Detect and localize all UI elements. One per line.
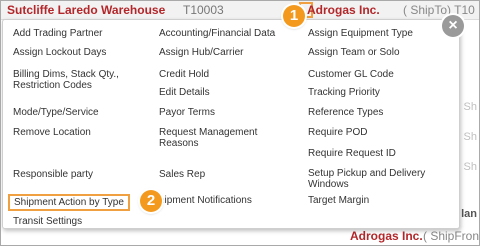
- menu-item-sales-rep[interactable]: Sales Rep: [159, 169, 304, 180]
- menu-item-target-margin[interactable]: Target Margin: [308, 195, 453, 206]
- warehouse-code: T10003: [183, 3, 224, 17]
- warehouse-name[interactable]: Sutcliffe Laredo Warehouse: [7, 3, 165, 17]
- menu-item-setup-pickup-delivery-windows[interactable]: Setup Pickup and Delivery Windows: [308, 168, 450, 190]
- menu-item-assign-lockout-days[interactable]: Assign Lockout Days: [13, 47, 158, 58]
- background-fragment: Sh: [463, 161, 477, 173]
- partner-role-secondary: ( ShipFron: [423, 229, 480, 243]
- menu-item-tracking-priority[interactable]: Tracking Priority: [308, 87, 453, 98]
- menu-item-billing-dims[interactable]: Billing Dims, Stack Qty., Restriction Co…: [13, 69, 143, 91]
- actions-menu: Add Trading Partner Assign Lockout Days …: [2, 19, 460, 229]
- menu-item-customer-gl-code[interactable]: Customer GL Code: [308, 69, 453, 80]
- menu-item-add-trading-partner[interactable]: Add Trading Partner: [13, 28, 158, 39]
- menu-item-assign-hub-carrier[interactable]: Assign Hub/Carrier: [159, 47, 304, 58]
- menu-item-remove-location[interactable]: Remove Location: [13, 127, 158, 138]
- menu-item-edit-details[interactable]: Edit Details: [159, 87, 304, 98]
- background-fragment: Sh: [463, 101, 477, 113]
- menu-item-accounting-financial-data[interactable]: Accounting/Financial Data: [159, 28, 304, 39]
- partner-name-secondary[interactable]: Adrogas Inc.: [350, 229, 423, 243]
- background-fragment: lan: [461, 208, 477, 220]
- partner-name[interactable]: Adrogas Inc.: [307, 3, 380, 17]
- menu-item-shipment-action-by-type[interactable]: Shipment Action by Type: [8, 194, 130, 211]
- partner-role: ( ShipTo) T10: [403, 3, 475, 17]
- menu-item-credit-hold[interactable]: Credit Hold: [159, 69, 304, 80]
- menu-item-request-management-reasons[interactable]: Request Management Reasons: [159, 127, 279, 149]
- menu-item-transit-settings[interactable]: Transit Settings: [13, 216, 158, 227]
- menu-item-require-request-id[interactable]: Require Request ID: [308, 148, 453, 159]
- menu-item-require-pod[interactable]: Require POD: [308, 127, 453, 138]
- menu-item-payor-terms[interactable]: Payor Terms: [159, 107, 304, 118]
- menu-item-assign-team-or-solo[interactable]: Assign Team or Solo: [308, 47, 453, 58]
- menu-item-assign-equipment-type[interactable]: Assign Equipment Type: [308, 28, 453, 39]
- menu-item-responsible-party[interactable]: Responsible party: [13, 169, 158, 180]
- menu-item-mode-type-service[interactable]: Mode/Type/Service: [13, 107, 158, 118]
- callout-badge-1: 1: [283, 5, 305, 27]
- callout-badge-2: 2: [140, 190, 162, 212]
- menu-item-reference-types[interactable]: Reference Types: [308, 107, 453, 118]
- screenshot-frame: Sutcliffe Laredo Warehouse T10003 Adroga…: [0, 0, 480, 246]
- background-fragment: Sh: [463, 131, 477, 143]
- menu-item-shipment-notifications[interactable]: hipment Notifications: [159, 195, 304, 206]
- close-button[interactable]: ×: [442, 15, 464, 37]
